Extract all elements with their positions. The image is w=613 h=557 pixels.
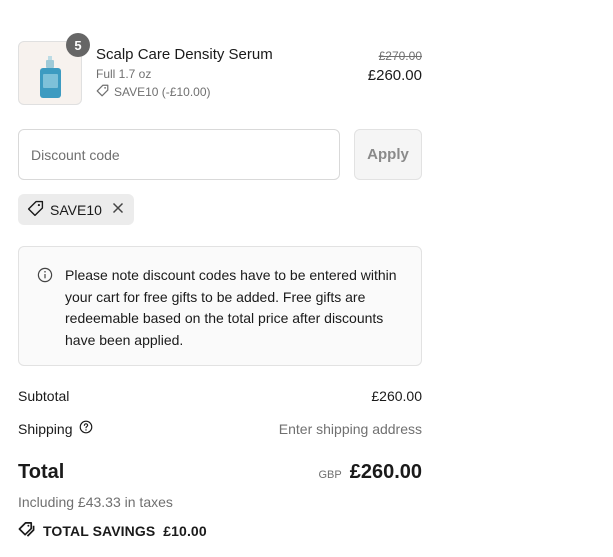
apply-button[interactable]: Apply: [354, 129, 422, 180]
info-icon: [37, 267, 53, 288]
notice-text: Please note discount codes have to be en…: [65, 267, 397, 348]
line-item-price: £260.00: [367, 67, 422, 84]
tag-icon: [27, 200, 44, 220]
applied-discount-chip: SAVE10: [18, 194, 134, 225]
savings-label: TOTAL SAVINGS: [43, 523, 156, 539]
discount-notice: Please note discount codes have to be en…: [18, 246, 422, 366]
quantity-badge: 5: [66, 33, 90, 57]
tag-icon: [96, 84, 109, 100]
total-row: Total GBP £260.00: [18, 461, 422, 484]
tax-note: Including £43.33 in taxes: [18, 494, 173, 510]
total-label: Total: [18, 461, 65, 483]
subtotal-value: £260.00: [371, 388, 422, 404]
question-circle-icon[interactable]: [79, 420, 93, 437]
product-title: Scalp Care Density Serum: [96, 46, 273, 63]
applied-discount-code: SAVE10: [50, 201, 102, 218]
total-value: £260.00: [349, 461, 422, 483]
shipping-value: Enter shipping address: [278, 420, 422, 437]
tags-icon: [18, 521, 35, 541]
line-item: 5 Scalp Care Density Serum Full 1.7 oz S…: [18, 33, 422, 105]
product-variant: Full 1.7 oz: [96, 67, 152, 81]
line-item-discount: SAVE10 (-£10.00): [96, 84, 211, 100]
shipping-row: Shipping Enter shipping address: [18, 420, 422, 437]
close-icon[interactable]: [112, 202, 124, 218]
savings-value: £10.00: [163, 523, 207, 539]
total-savings: TOTAL SAVINGS £10.00: [18, 521, 207, 541]
currency-code: GBP: [318, 469, 342, 481]
line-item-discount-label: SAVE10 (-£10.00): [114, 85, 211, 99]
subtotal-label: Subtotal: [18, 388, 70, 404]
shipping-label: Shipping: [18, 420, 73, 437]
discount-code-input[interactable]: [18, 129, 340, 180]
original-price: £270.00: [378, 49, 422, 63]
subtotal-row: Subtotal £260.00: [18, 388, 422, 404]
